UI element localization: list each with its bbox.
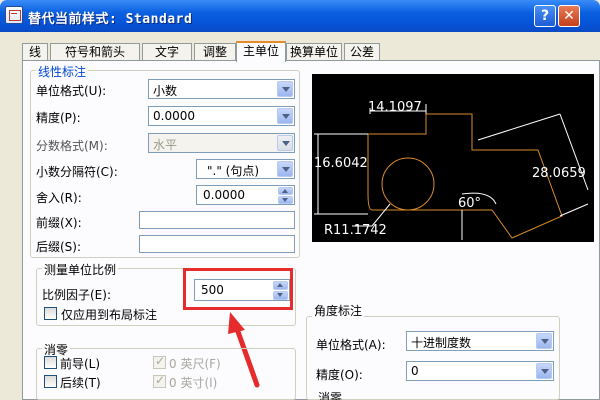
angular-unit-format-value: 十进制度数 [411, 336, 472, 350]
zero-inches-checkbox[interactable] [153, 373, 166, 388]
round-off-value: 0.0000 [203, 188, 245, 202]
leading-label: 前导(L) [60, 357, 101, 371]
angular-dimensions-group [306, 316, 560, 400]
fraction-format-label: 分数格式(M): [36, 139, 108, 153]
tab-text[interactable]: 文字 [142, 43, 192, 61]
unit-format-select[interactable]: 小数 [148, 79, 295, 99]
decimal-separator-select[interactable]: "." (句点) [196, 159, 295, 179]
dimension-style-icon [5, 6, 23, 24]
unit-format-value: 小数 [153, 84, 178, 98]
preview-dim-top: 14.1097 [368, 100, 422, 115]
angular-unit-format-select[interactable]: 十进制度数 [406, 331, 554, 351]
round-off-label: 舍入(R): [36, 191, 82, 205]
tab-fit[interactable]: 调整 [194, 43, 236, 61]
linear-dimensions-title: 线性标注 [36, 63, 89, 80]
angular-unit-format-label: 单位格式(A): [316, 338, 386, 352]
dimension-preview: 14.1097 16.6042 28.0659 60° R11.1742 [312, 74, 594, 242]
fraction-format-select[interactable]: 水平 [148, 133, 295, 153]
spin-down-icon[interactable] [278, 196, 293, 204]
trailing-label: 后续(T) [60, 376, 101, 390]
preview-dim-radius: R11.1742 [324, 223, 387, 238]
chevron-down-icon[interactable] [277, 135, 293, 151]
suffix-input[interactable] [139, 235, 295, 253]
highlight-box [183, 268, 293, 310]
tab-alternate-units[interactable]: 换算单位 [286, 43, 342, 61]
scale-factor-label: 比例因子(E): [42, 288, 111, 302]
tab-symbols-arrows[interactable]: 符号和箭头 [50, 43, 140, 61]
preview-dim-right: 28.0659 [532, 166, 586, 181]
window-title: 替代当前样式: Standard [28, 12, 193, 27]
angular-dimensions-title: 角度标注 [312, 302, 365, 319]
decimal-separator-label: 小数分隔符(C): [36, 165, 118, 179]
angular-precision-select[interactable]: 0 [406, 361, 554, 381]
title-bar[interactable]: 替代当前样式: Standard ? ✕ [0, 0, 600, 32]
chevron-down-icon[interactable] [277, 108, 293, 124]
spin-up-icon[interactable] [278, 187, 293, 195]
chevron-down-icon[interactable] [277, 81, 293, 97]
angular-precision-value: 0 [411, 364, 419, 378]
fraction-format-value: 水平 [153, 138, 178, 152]
zero-inches-label: 0 英寸(I) [169, 376, 218, 390]
preview-dim-left: 16.6042 [314, 156, 368, 171]
prefix-input[interactable] [139, 211, 295, 229]
chevron-down-icon[interactable] [536, 333, 552, 349]
unit-format-label: 单位格式(U): [36, 84, 107, 98]
help-button[interactable]: ? [534, 5, 556, 27]
trailing-checkbox[interactable] [44, 375, 57, 388]
angular-zero-suppression-title: 消零 [318, 391, 343, 400]
leading-checkbox[interactable] [44, 356, 57, 369]
angular-precision-label: 精度(O): [316, 368, 363, 382]
preview-dim-angle: 60° [458, 196, 482, 211]
chevron-down-icon[interactable] [277, 161, 293, 177]
apply-layout-only-checkbox[interactable] [44, 307, 57, 320]
zero-feet-checkbox[interactable] [153, 354, 166, 369]
measurement-scale-title: 测量单位比例 [42, 261, 119, 278]
precision-value: 0.0000 [153, 109, 195, 123]
decimal-separator-value: "." (句点) [207, 164, 260, 178]
apply-layout-only-label: 仅应用到布局标注 [61, 308, 158, 322]
precision-select[interactable]: 0.0000 [148, 106, 295, 126]
tab-tolerances[interactable]: 公差 [344, 43, 380, 61]
chevron-down-icon[interactable] [536, 363, 552, 379]
suffix-label: 后缀(S): [36, 240, 82, 254]
round-off-stepper[interactable]: 0.0000 [196, 185, 295, 205]
close-button[interactable]: ✕ [558, 5, 580, 27]
prefix-label: 前缀(X): [36, 216, 82, 230]
zero-feet-label: 0 英尺(F) [169, 357, 221, 371]
tab-lines[interactable]: 线 [22, 43, 48, 61]
tab-primary-units[interactable]: 主单位 [236, 41, 286, 62]
precision-label: 精度(P): [36, 111, 81, 125]
